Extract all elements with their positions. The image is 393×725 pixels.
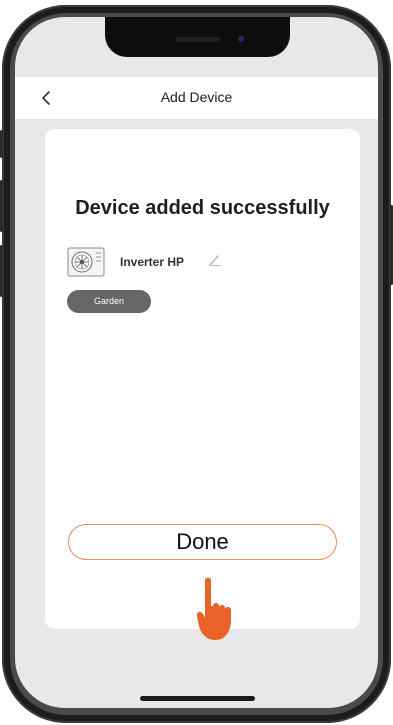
result-card: Device added successfully Inverter HP Ga…: [45, 129, 360, 640]
speaker-grille: [175, 37, 220, 42]
volume-down-button: [0, 245, 3, 297]
device-name: Inverter HP: [120, 255, 185, 269]
page-title: Add Device: [160, 89, 233, 105]
pencil-icon[interactable]: [208, 253, 222, 267]
app-header: Add Device: [15, 77, 378, 119]
front-camera: [238, 36, 244, 42]
heat-pump-icon: [67, 247, 105, 277]
success-message: Device added successfully: [75, 197, 330, 219]
room-badge[interactable]: Garden: [67, 290, 151, 313]
pointing-hand-icon: [196, 577, 231, 640]
device-row: Inverter HP: [67, 247, 327, 277]
home-indicator[interactable]: [140, 696, 255, 701]
done-button[interactable]: Done: [68, 524, 337, 560]
phone-screen: Add Device Device added successfully Inv…: [15, 17, 378, 708]
volume-up-button: [0, 180, 3, 232]
mute-switch: [0, 130, 3, 158]
